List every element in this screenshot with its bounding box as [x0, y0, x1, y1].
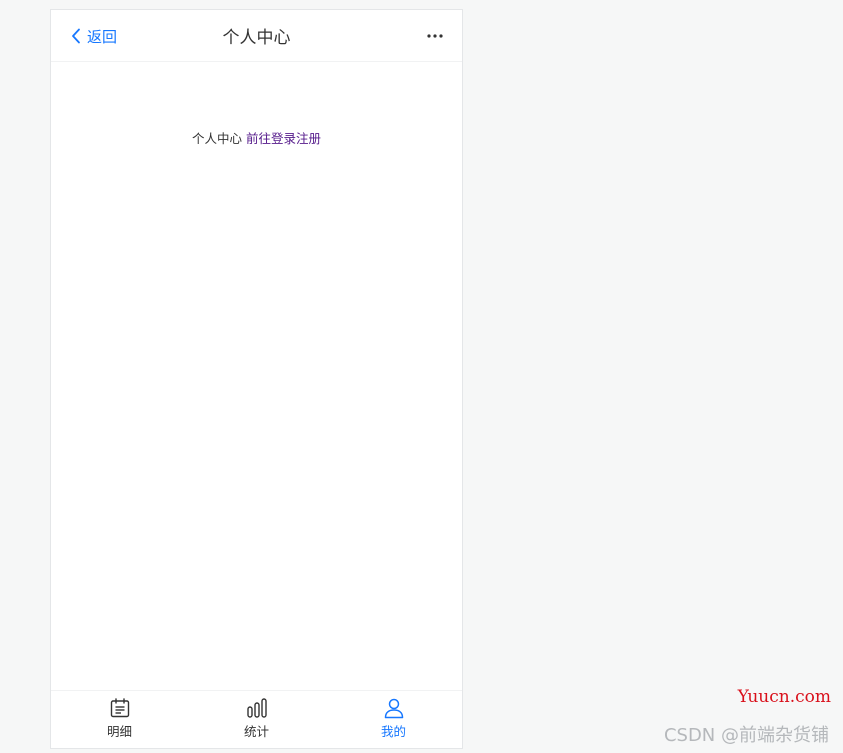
- tab-statistics-label: 统计: [243, 724, 269, 739]
- chevron-left-icon: [71, 28, 81, 44]
- tab-mine[interactable]: 我的: [325, 691, 462, 748]
- more-dots-icon: [424, 26, 446, 46]
- profile-text: 个人中心: [191, 131, 242, 146]
- tab-mine-label: 我的: [380, 724, 406, 739]
- mobile-page: 返回 个人中心 个人中心 前往登录注册 明细 统计 我的: [50, 9, 463, 749]
- nav-bar: 返回 个人中心: [51, 10, 462, 62]
- more-button[interactable]: [424, 26, 446, 46]
- detail-list-icon: [109, 697, 131, 719]
- user-icon: [383, 697, 405, 719]
- profile-content: 个人中心 前往登录注册: [51, 128, 462, 147]
- bar-chart-icon: [246, 697, 268, 719]
- tab-detail-label: 明细: [106, 724, 132, 739]
- tab-detail[interactable]: 明细: [51, 691, 188, 748]
- tab-statistics[interactable]: 统计: [188, 691, 325, 748]
- back-button[interactable]: 返回: [71, 24, 117, 48]
- login-register-link[interactable]: 前往登录注册: [246, 131, 321, 146]
- back-label: 返回: [87, 27, 118, 46]
- watermark-yuucn: Yuucn.com: [737, 687, 831, 707]
- watermark-csdn: CSDN @前端杂货铺: [663, 725, 829, 746]
- tab-bar: 明细 统计 我的: [51, 690, 462, 748]
